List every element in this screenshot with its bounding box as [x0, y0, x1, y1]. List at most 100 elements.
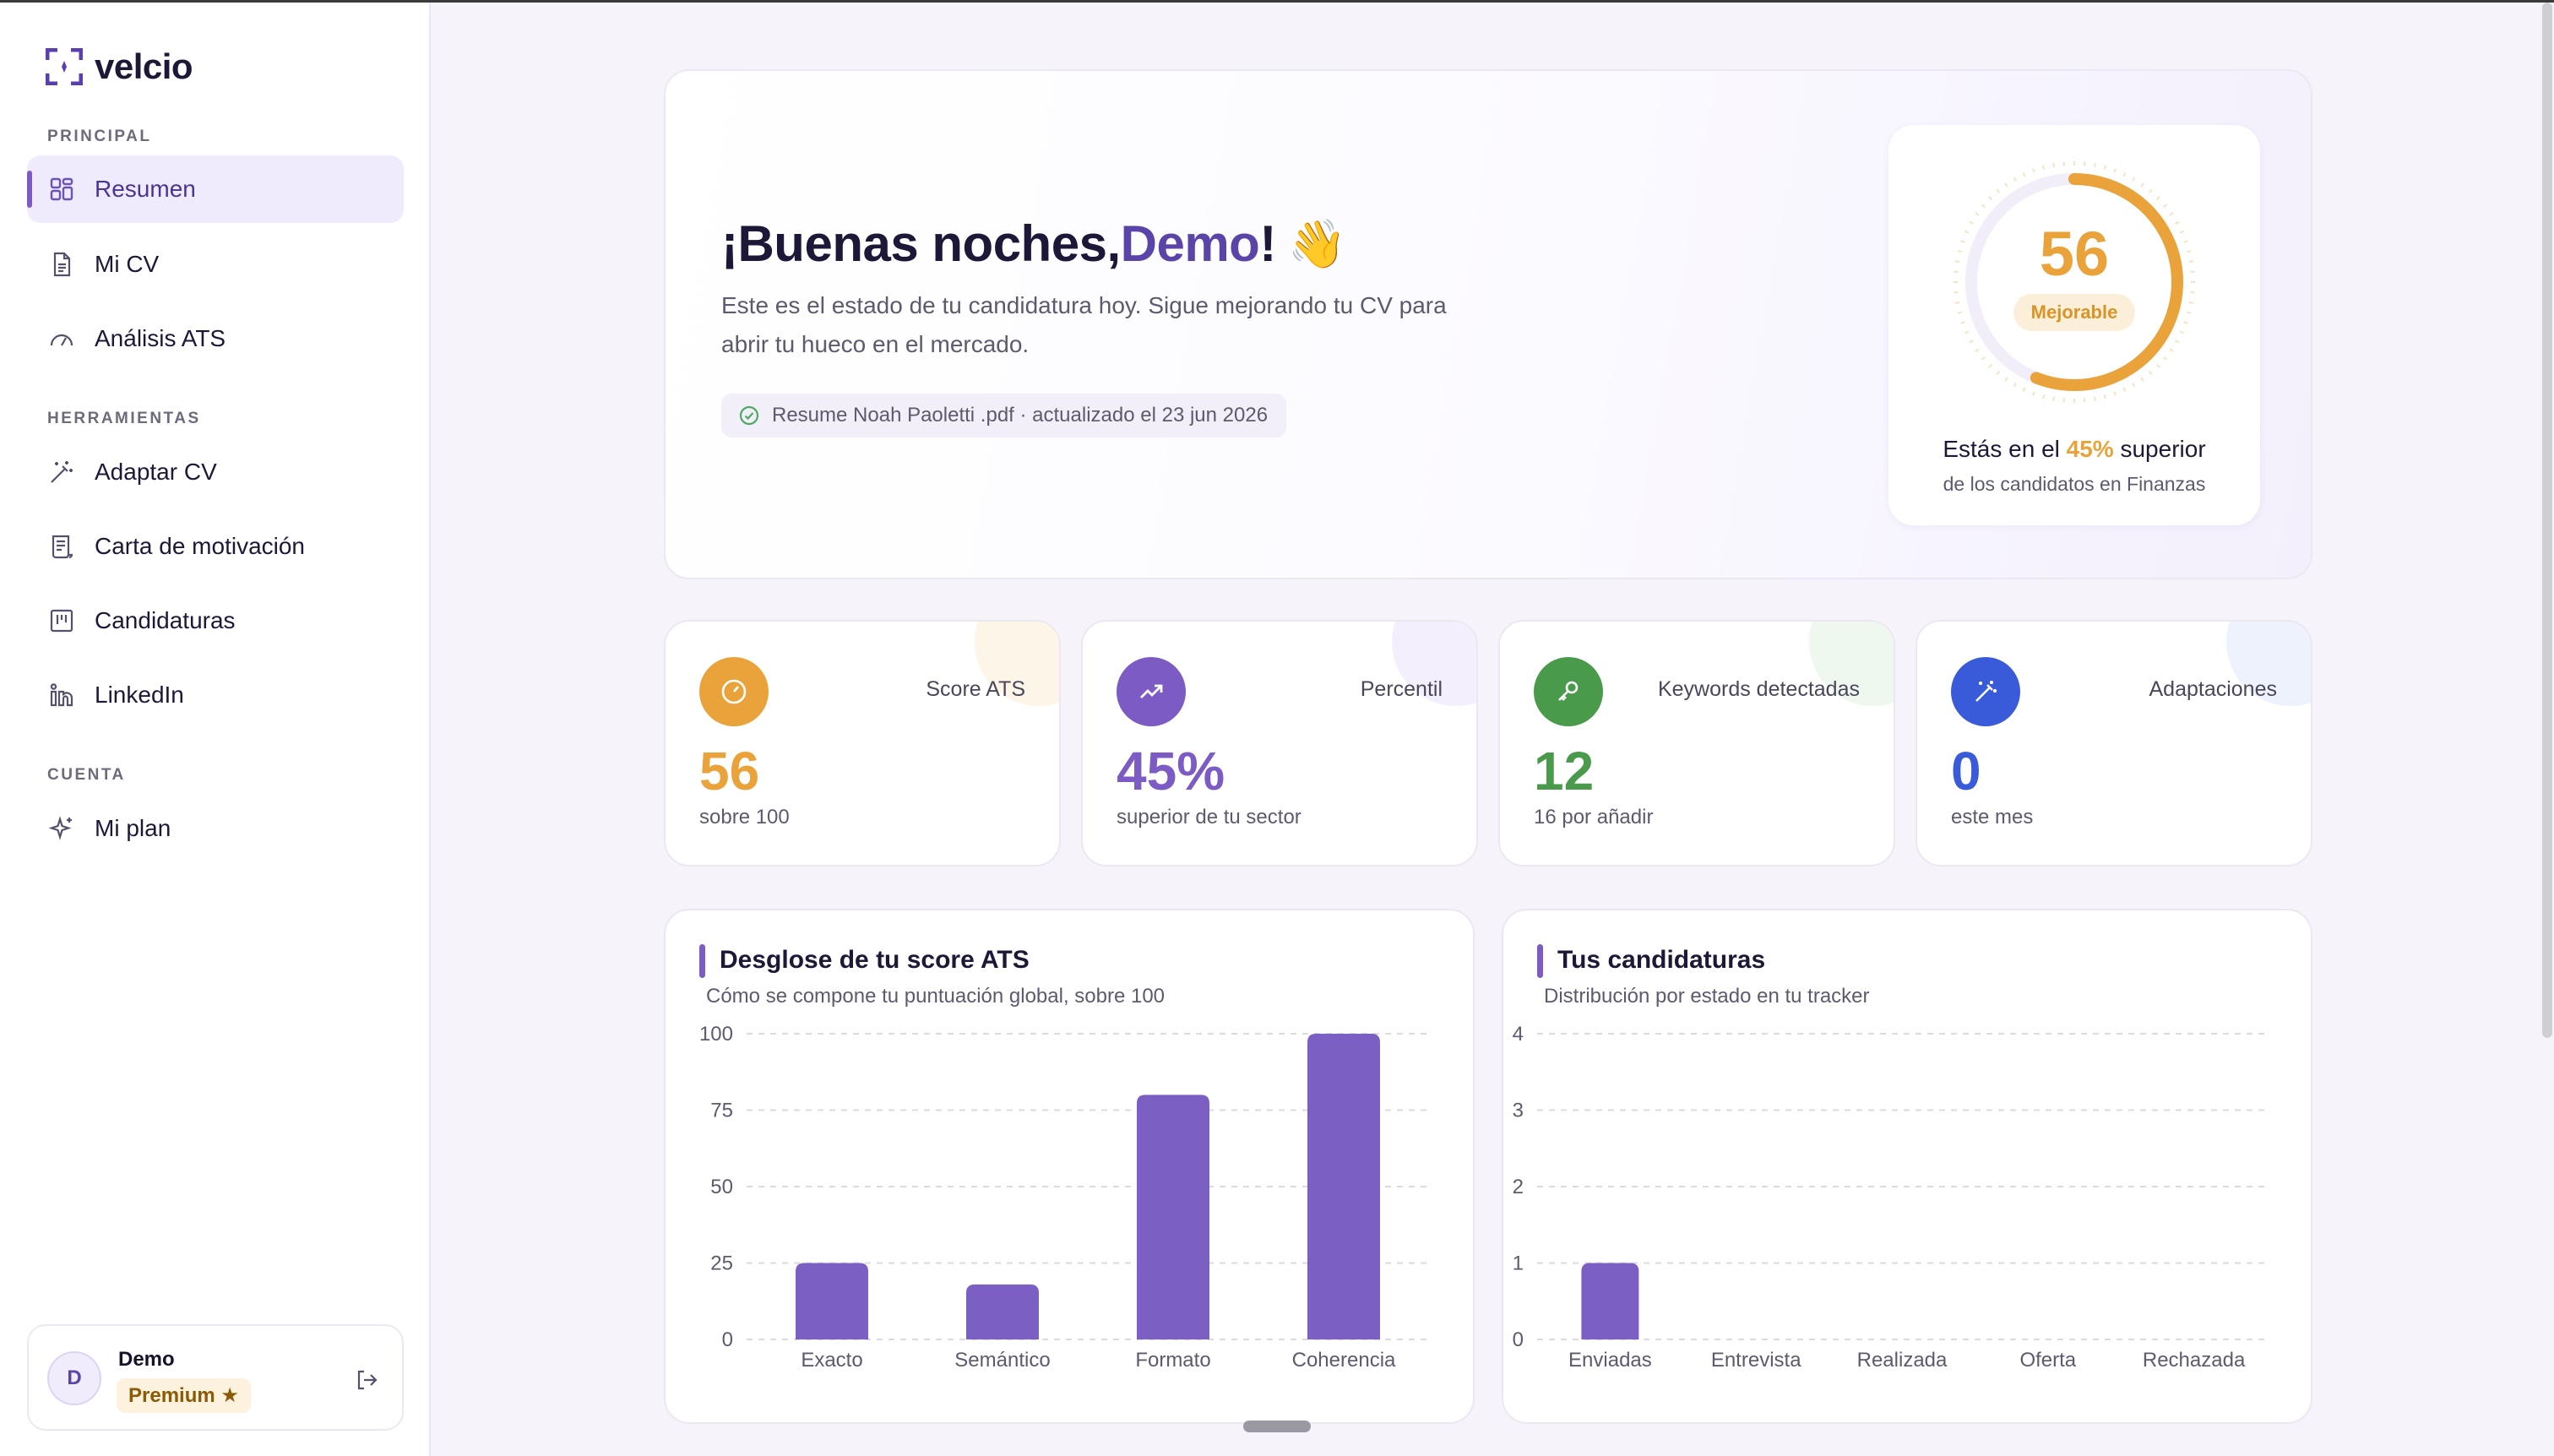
- percentile-prefix: Estás en el: [1943, 436, 2067, 462]
- brand-logo[interactable]: velcio: [45, 46, 193, 87]
- page-title: ¡Buenas noches, Demo ! 👋: [721, 215, 1347, 273]
- y-tick-label: 75: [710, 1100, 733, 1122]
- section-label-herramientas: HERRAMIENTAS: [47, 410, 201, 427]
- stat-note: superior de tu sector: [1117, 806, 1301, 829]
- sidebar: velcio PRINCIPAL Resumen Mi CV Análisis …: [0, 3, 431, 1456]
- sidebar-item-mi-plan[interactable]: Mi plan: [27, 795, 404, 862]
- trending-up-icon: [1117, 657, 1186, 726]
- hero-card: ¡Buenas noches, Demo ! 👋 Este es el esta…: [664, 69, 2312, 579]
- y-tick-label: 100: [699, 1023, 733, 1046]
- stat-value: 0: [1951, 741, 1981, 801]
- waving-hand-icon: 👋: [1287, 216, 1347, 270]
- x-tick-label: Coherencia: [1292, 1349, 1396, 1372]
- bar[interactable]: [1581, 1263, 1639, 1340]
- stat-card-percentil[interactable]: Percentil 45% superior de tu sector: [1081, 620, 1478, 867]
- sidebar-item-label: Adaptar CV: [95, 459, 217, 485]
- stat-value: 45%: [1117, 741, 1225, 801]
- x-tick-label: Exacto: [801, 1349, 862, 1372]
- sidebar-item-adaptar-cv[interactable]: Adaptar CV: [27, 438, 404, 506]
- section-label-principal: PRINCIPAL: [47, 128, 152, 145]
- stat-label: Adaptaciones: [2149, 677, 2277, 701]
- x-tick-label: Oferta: [2019, 1349, 2076, 1372]
- greeting-name: Demo: [1120, 215, 1260, 272]
- grid-icon: [47, 175, 76, 204]
- stat-note: sobre 100: [699, 806, 790, 829]
- bar[interactable]: [1137, 1095, 1209, 1339]
- document-icon: [47, 250, 76, 279]
- avatar: D: [47, 1351, 101, 1405]
- sidebar-item-analisis-ats[interactable]: Análisis ATS: [27, 305, 404, 372]
- sidebar-item-label: Carta de motivación: [95, 533, 306, 559]
- percentile-suffix: superior: [2113, 436, 2206, 462]
- x-tick-label: Formato: [1135, 1349, 1210, 1372]
- score-summary: 56 Mejorable Estás en el 45% superior de…: [1888, 125, 2260, 525]
- stat-card-adaptaciones[interactable]: Adaptaciones 0 este mes: [1916, 620, 2312, 867]
- stat-label: Score ATS: [926, 677, 1025, 701]
- score-status-badge: Mejorable: [2013, 294, 2135, 331]
- greeting-prefix: ¡Buenas noches,: [721, 215, 1121, 272]
- x-tick-label: Rechazada: [2143, 1349, 2246, 1372]
- y-tick-label: 0: [1513, 1328, 1524, 1351]
- cv-file-label: Resume Noah Paoletti .pdf · actualizado …: [772, 404, 1269, 426]
- sidebar-item-label: LinkedIn: [95, 682, 184, 708]
- magic-wand-icon: [1951, 657, 2020, 726]
- applications-chart: 0 1 2 3 4 Enviadas Entrevista Realizada Oferta Re…: [1513, 1023, 2267, 1372]
- sidebar-item-label: Candidaturas: [95, 607, 236, 633]
- stat-value: 56: [699, 741, 760, 801]
- greeting-suffix: !: [1259, 215, 1276, 272]
- percentile-context: de los candidatos en Finanzas: [1943, 473, 2206, 495]
- bar[interactable]: [1307, 1034, 1380, 1339]
- y-tick-label: 1: [1513, 1252, 1524, 1275]
- bar[interactable]: [796, 1263, 868, 1340]
- score-breakdown-chart: 0 25 50 75 100 Exacto Semántico Formato Coherenc…: [699, 1023, 1429, 1372]
- stat-note: 16 por añadir: [1534, 806, 1654, 829]
- key-icon: [1534, 657, 1603, 726]
- x-tick-label: Semántico: [954, 1349, 1050, 1372]
- y-tick-label: 50: [710, 1176, 733, 1198]
- y-tick-label: 2: [1513, 1176, 1524, 1198]
- check-circle-icon: [739, 405, 759, 426]
- sidebar-item-mi-cv[interactable]: Mi CV: [27, 231, 404, 298]
- vertical-scrollbar[interactable]: [2542, 3, 2552, 1038]
- user-name: Demo: [118, 1348, 175, 1371]
- x-tick-label: Entrevista: [1711, 1349, 1801, 1372]
- y-tick-label: 25: [710, 1252, 733, 1275]
- stat-card-keywords[interactable]: Keywords detectadas 12 16 por añadir: [1498, 620, 1895, 867]
- sidebar-item-carta-motivacion[interactable]: Carta de motivación: [27, 513, 404, 580]
- stat-note: este mes: [1951, 806, 2034, 829]
- scroll-icon: [47, 532, 76, 561]
- stat-label: Percentil: [1360, 677, 1443, 701]
- sidebar-item-label: Mi CV: [95, 251, 160, 277]
- user-card[interactable]: D Demo Premium ★: [27, 1324, 404, 1431]
- bar[interactable]: [966, 1284, 1039, 1339]
- x-tick-label: Enviadas: [1568, 1349, 1652, 1372]
- gauge-icon: [699, 657, 769, 726]
- brand-name: velcio: [95, 46, 193, 86]
- stat-label: Keywords detectadas: [1657, 677, 1860, 701]
- percentile-value: 45%: [2066, 436, 2114, 462]
- sidebar-item-resumen[interactable]: Resumen: [27, 155, 404, 223]
- sidebar-item-candidaturas[interactable]: Candidaturas: [27, 587, 404, 655]
- chart-card-applications: Tus candidaturas Distribución por estado…: [1502, 909, 2312, 1424]
- y-tick-label: 4: [1513, 1023, 1524, 1046]
- logout-icon: [357, 1370, 378, 1390]
- stat-value: 12: [1534, 741, 1595, 801]
- magic-wand-icon: [47, 458, 76, 486]
- kanban-icon: [47, 606, 76, 635]
- section-label-cuenta: CUENTA: [47, 766, 126, 784]
- hero-subtitle: Este es el estado de tu candidatura hoy.…: [721, 292, 1447, 357]
- score-value: 56: [2039, 219, 2110, 289]
- percentile-statement: Estás en el 45% superior: [1888, 436, 2260, 463]
- sidebar-item-label: Resumen: [95, 176, 196, 202]
- stat-card-score-ats[interactable]: Score ATS 56 sobre 100: [664, 620, 1061, 867]
- linkedin-icon: [47, 681, 76, 709]
- sidebar-item-label: Análisis ATS: [95, 325, 226, 351]
- horizontal-scroll-handle[interactable]: [1243, 1421, 1311, 1432]
- x-tick-label: Realizada: [1857, 1349, 1948, 1372]
- y-tick-label: 3: [1513, 1100, 1524, 1122]
- sidebar-item-linkedin[interactable]: LinkedIn: [27, 661, 404, 729]
- cv-file-status[interactable]: Resume Noah Paoletti .pdf · actualizado …: [721, 394, 1287, 437]
- gauge-icon: [47, 324, 76, 353]
- sparkles-icon: [47, 814, 76, 843]
- logout-button[interactable]: [350, 1363, 383, 1397]
